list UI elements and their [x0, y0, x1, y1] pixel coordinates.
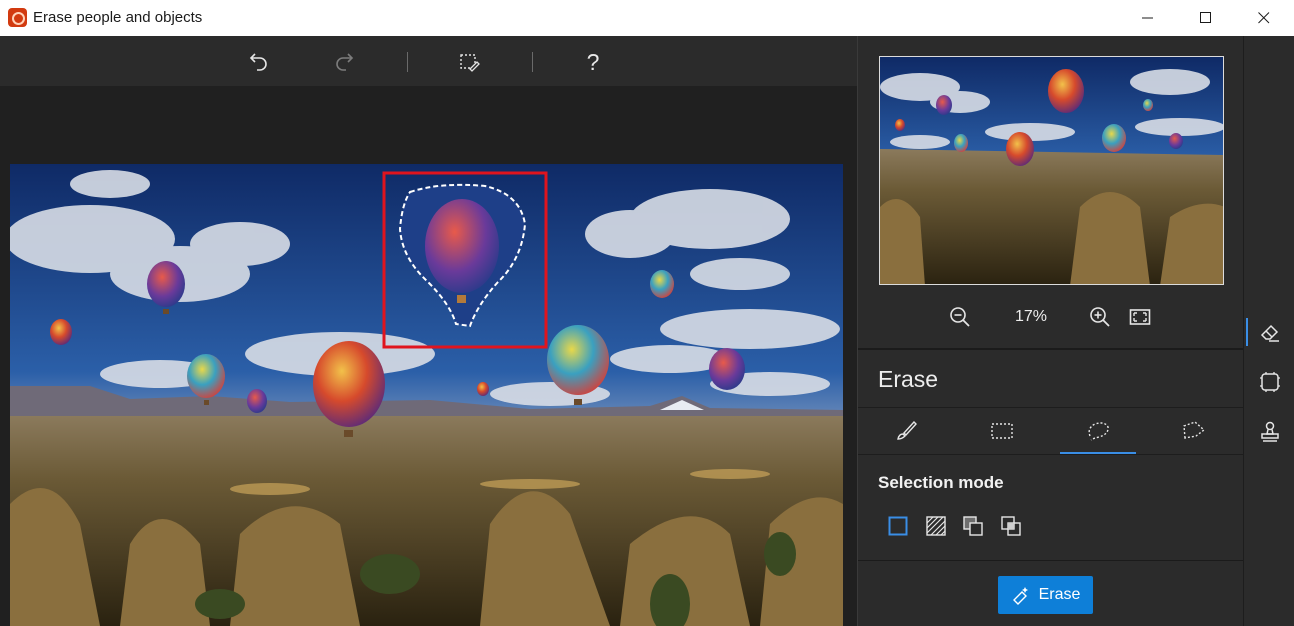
section-title: Erase — [878, 366, 939, 392]
lasso-select-icon — [1088, 422, 1109, 441]
toolbar-divider — [532, 52, 533, 72]
stamp-icon — [1261, 421, 1279, 442]
close-button[interactable] — [1235, 0, 1293, 36]
eraser-icon — [1260, 324, 1279, 342]
edit-selection-button[interactable] — [454, 47, 484, 77]
maximize-button[interactable] — [1177, 0, 1235, 36]
polygon-select-icon — [1183, 421, 1206, 439]
mode-subtract-selection-button[interactable] — [962, 515, 984, 537]
zoom-controls: 17% — [858, 304, 1244, 332]
canvas-area — [0, 86, 857, 626]
side-tool-rail — [1243, 36, 1294, 626]
tool-tabs — [858, 407, 1244, 455]
tab-rectangle-select[interactable] — [954, 408, 1050, 454]
mode-add-selection-button[interactable] — [925, 515, 947, 537]
selection-edit-icon — [460, 54, 480, 72]
tab-brush[interactable] — [858, 408, 954, 454]
undo-button[interactable] — [244, 47, 274, 77]
redo-button[interactable] — [329, 47, 359, 77]
editor-toolbar: ? — [0, 36, 857, 86]
selection-tool-button[interactable] — [1257, 369, 1283, 395]
zoom-out-icon — [950, 307, 970, 327]
zoom-level: 17% — [1014, 308, 1048, 325]
navigator-preview[interactable] — [879, 56, 1224, 285]
new-selection-icon — [888, 516, 908, 536]
fit-to-screen-button[interactable] — [1127, 304, 1153, 330]
window-title: Erase people and objects — [33, 9, 203, 26]
fit-screen-icon — [1129, 309, 1151, 325]
tab-polygon-select[interactable] — [1146, 408, 1242, 454]
magic-eraser-icon — [1012, 587, 1028, 605]
erase-button[interactable]: Erase — [998, 576, 1093, 614]
crop-select-icon — [1260, 372, 1280, 392]
selection-mode-label: Selection mode — [878, 473, 1004, 492]
eraser-tool-button[interactable] — [1257, 319, 1283, 345]
tab-lasso-select[interactable] — [1050, 408, 1146, 454]
mode-new-selection-button[interactable] — [887, 515, 909, 537]
add-selection-icon — [926, 516, 946, 536]
editing-photo[interactable] — [10, 164, 843, 626]
toolbar-divider — [407, 52, 408, 72]
properties-panel: 17% Erase Selection mode Erase — [857, 36, 1244, 626]
erase-button-label: Erase — [1038, 586, 1081, 603]
help-icon: ? — [586, 49, 600, 75]
minimize-button[interactable] — [1119, 0, 1177, 36]
brush-icon — [897, 420, 917, 440]
rectangle-select-icon — [991, 423, 1013, 439]
subtract-selection-icon — [963, 516, 983, 536]
zoom-out-button[interactable] — [947, 304, 973, 330]
mode-intersect-selection-button[interactable] — [1000, 515, 1022, 537]
zoom-in-icon — [1090, 307, 1110, 327]
help-button[interactable]: ? — [578, 47, 608, 77]
undo-icon — [249, 53, 267, 71]
active-tool-indicator — [1246, 318, 1248, 346]
panel-divider — [858, 560, 1244, 561]
clone-stamp-tool-button[interactable] — [1257, 419, 1283, 445]
intersect-selection-icon — [1001, 516, 1021, 536]
app-logo-icon — [8, 8, 27, 27]
panel-divider — [858, 348, 1244, 350]
title-bar: Erase people and objects — [0, 0, 1294, 36]
redo-icon — [336, 53, 354, 71]
zoom-in-button[interactable] — [1087, 304, 1113, 330]
